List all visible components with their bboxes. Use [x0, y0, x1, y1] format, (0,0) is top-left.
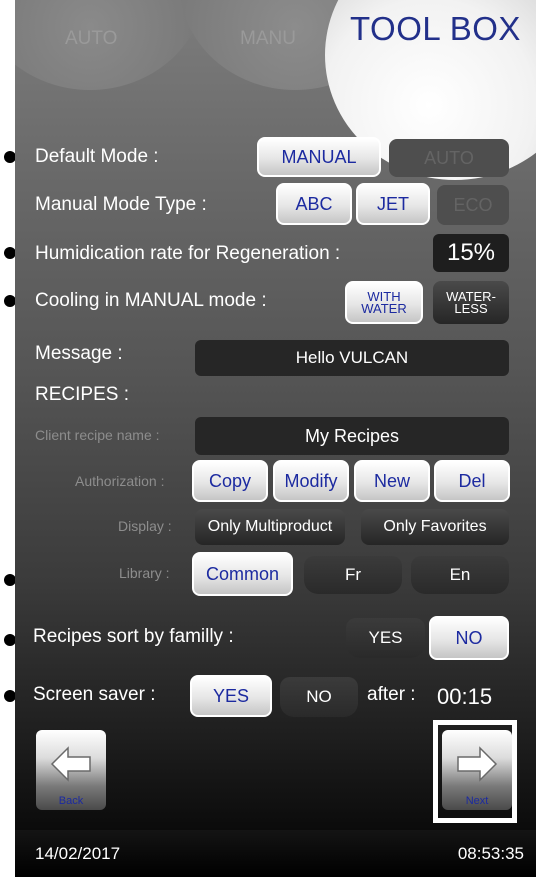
mode-type-jet-button[interactable]: JET [356, 183, 430, 225]
status-date: 14/02/2017 [35, 844, 121, 863]
default-mode-auto-button[interactable]: AUTO [389, 139, 509, 177]
cooling-waterless-button[interactable]: WATER- LESS [433, 281, 509, 324]
humidication-rate-value[interactable]: 15% [433, 234, 509, 272]
screen-saver-no-button[interactable]: NO [280, 677, 358, 717]
authorization-new-button[interactable]: New [354, 460, 430, 502]
next-highlight-box [433, 720, 517, 823]
back-label: Back [58, 795, 84, 807]
tab-manu-label: MANU [240, 28, 296, 49]
recipes-heading: RECIPES : [35, 384, 129, 405]
status-bar: 14/02/2017 08:53:35 [15, 830, 536, 877]
device-frame: AUTO MANU TOOL BOX Default Mode : MANUAL… [15, 0, 536, 877]
library-fr-button[interactable]: Fr [304, 556, 402, 594]
humidication-label: Humidication rate for Regeneration : [35, 243, 341, 264]
mode-type-eco-button[interactable]: ECO [437, 185, 509, 225]
authorization-modify-button[interactable]: Modify [273, 460, 349, 502]
tab-auto-label: AUTO [65, 28, 118, 49]
manual-mode-type-label: Manual Mode Type : [35, 194, 207, 215]
screen-saver-after-label: after : [367, 684, 416, 705]
status-time: 08:53:35 [457, 844, 524, 863]
message-field[interactable]: Hello VULCAN [195, 340, 509, 376]
mode-type-abc-button[interactable]: ABC [276, 183, 352, 225]
default-mode-manual-button[interactable]: MANUAL [257, 137, 381, 177]
display-only-multiproduct-button[interactable]: Only Multiproduct [195, 509, 345, 545]
screen-saver-time-value[interactable]: 00:15 [437, 684, 492, 710]
sort-yes-button[interactable]: YES [346, 618, 425, 658]
message-label: Message : [35, 343, 123, 364]
toolbox-screen: AUTO MANU TOOL BOX Default Mode : MANUAL… [15, 0, 536, 830]
arrow-left-icon [50, 746, 91, 782]
screen-saver-label: Screen saver : [33, 684, 156, 705]
cooling-label: Cooling in MANUAL mode : [35, 290, 267, 311]
cooling-with-water-button[interactable]: WITH WATER [345, 281, 423, 324]
client-recipe-name-label: Client recipe name : [35, 427, 160, 443]
display-only-favorites-button[interactable]: Only Favorites [361, 509, 509, 545]
library-common-button[interactable]: Common [192, 552, 293, 596]
authorization-label: Authorization : [75, 473, 165, 489]
back-button[interactable]: Back [36, 730, 106, 810]
sort-no-button[interactable]: NO [429, 616, 509, 660]
authorization-del-button[interactable]: Del [434, 460, 510, 502]
recipes-sort-label: Recipes sort by familly : [33, 626, 234, 647]
library-label: Library : [119, 565, 170, 581]
display-label: Display : [118, 518, 172, 534]
default-mode-label: Default Mode : [35, 146, 159, 167]
client-recipe-name-field[interactable]: My Recipes [195, 417, 509, 455]
screen-saver-yes-button[interactable]: YES [190, 675, 272, 717]
library-en-button[interactable]: En [411, 556, 509, 594]
authorization-copy-button[interactable]: Copy [192, 460, 268, 502]
page-title: TOOL BOX [350, 10, 521, 47]
